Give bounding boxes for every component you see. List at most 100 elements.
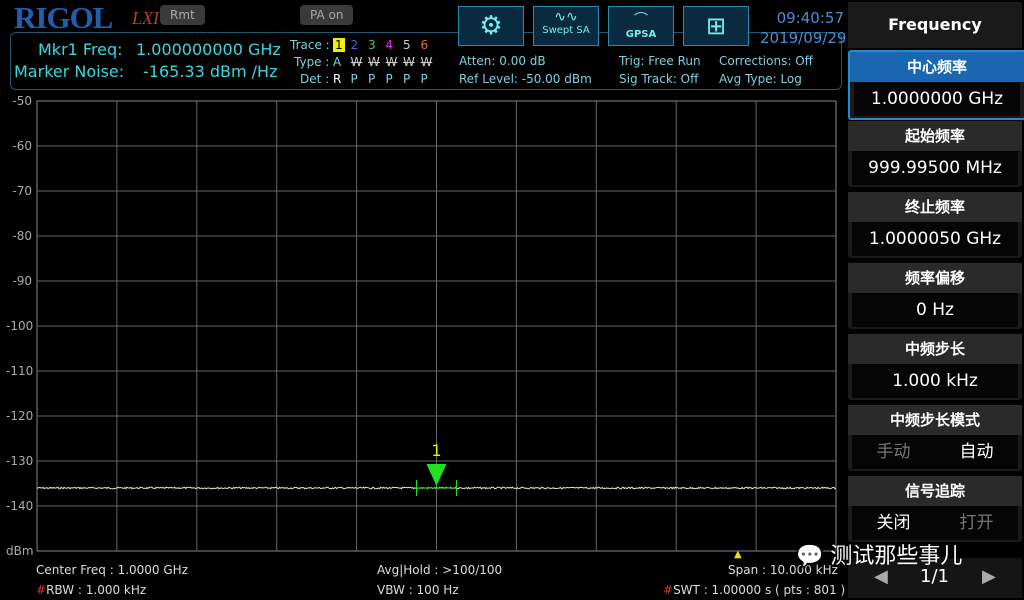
- trace-5-type: W: [403, 55, 415, 69]
- y-tick-label: -130: [6, 454, 34, 468]
- y-tick-label: -60: [12, 139, 32, 153]
- option-2[interactable]: 打开: [960, 506, 994, 540]
- watermark-text: 测试那些事儿: [830, 544, 963, 569]
- marker-freq-value: 1.000000000 GHz: [136, 40, 281, 59]
- trace-5-det: P: [403, 72, 411, 86]
- trace-1-type: A: [333, 55, 342, 69]
- date: 2019/09/29: [760, 29, 847, 47]
- gear-icon: ⚙: [479, 11, 503, 41]
- softkey-options: 关闭 打开: [852, 506, 1018, 540]
- swt-hash: #: [663, 583, 674, 597]
- swt-value: SWT : 1.00000 s ( pts : 801 ): [673, 583, 846, 597]
- swt: #SWT : 1.00000 s ( pts : 801 ): [663, 583, 845, 597]
- rbw-hash: #: [36, 583, 47, 597]
- softkey-6[interactable]: 信号追踪 关闭 打开: [848, 476, 1022, 542]
- y-tick-label: -80: [12, 229, 32, 243]
- rigol-logo: RIGOL: [14, 0, 113, 35]
- marker-1-number: 1: [431, 441, 441, 460]
- option-1[interactable]: 关闭: [877, 506, 911, 540]
- type-label: Type :: [294, 55, 330, 69]
- wechat-icon: 💬: [796, 544, 824, 569]
- softkey-options: 手动 自动: [852, 435, 1018, 469]
- softkey-value: 0 Hz: [852, 293, 1018, 327]
- y-tick-label: -120: [6, 409, 34, 423]
- softkey-label: 起始频率: [848, 121, 1022, 151]
- next-page-icon[interactable]: ▶: [982, 566, 996, 587]
- softkey-value: 999.99500 MHz: [852, 151, 1018, 185]
- corrections: Corrections: Off: [719, 54, 813, 68]
- softkey-5[interactable]: 中频步长模式 手动 自动: [848, 405, 1022, 471]
- trace-2-det: P: [350, 72, 358, 86]
- sig-track: Sig Track: Off: [619, 72, 699, 86]
- softkey-label: 中频步长: [848, 334, 1022, 364]
- marker-noise-value: -165.33 dBm /Hz: [143, 62, 278, 81]
- trace-1-det: R: [333, 72, 342, 86]
- trace-2-type: W: [350, 55, 363, 69]
- clock: 09:40:57 2019/09/29: [760, 8, 847, 48]
- softkey-4[interactable]: 中频步长 1.000 kHz: [848, 334, 1022, 400]
- softkey-label: 信号追踪: [848, 476, 1022, 506]
- lxi-logo: LXI: [132, 8, 159, 28]
- softkey-3[interactable]: 频率偏移 0 Hz: [848, 263, 1022, 329]
- gpsa-button[interactable]: ⌒ GPSA: [608, 6, 674, 46]
- trace-3-button[interactable]: 3: [368, 38, 376, 52]
- atten: Atten: 0.00 dB: [459, 54, 546, 68]
- softkey-0[interactable]: 中心频率 1.0000000 GHz: [848, 50, 1024, 120]
- avg-type: Avg Type: Log: [719, 72, 802, 86]
- softkey-value: 1.0000050 GHz: [852, 222, 1018, 256]
- y-tick-label: -90: [12, 274, 32, 288]
- span-marker-icon: ▲: [734, 549, 742, 560]
- trace-4-type: W: [385, 55, 398, 69]
- option-2[interactable]: 自动: [960, 435, 994, 469]
- softkey-label: 中心频率: [850, 52, 1024, 82]
- trace-1-button[interactable]: 1: [333, 38, 345, 52]
- pa-on-button[interactable]: PA on: [300, 5, 354, 25]
- y-tick-label: -70: [12, 184, 32, 198]
- trace-6-type: W: [420, 55, 433, 69]
- trace-2-button[interactable]: 2: [351, 38, 359, 52]
- det-label: Det :: [300, 72, 330, 86]
- trace-5-button[interactable]: 5: [403, 38, 411, 52]
- softkey-label: 终止频率: [848, 192, 1022, 222]
- y-tick-label: -140: [6, 499, 34, 513]
- gpsa-label: GPSA: [625, 29, 657, 40]
- y-tick-label: -50: [12, 94, 32, 108]
- system-settings-button[interactable]: ⚙: [458, 6, 524, 46]
- trace-3-det: P: [368, 72, 376, 86]
- softkey-1[interactable]: 起始频率 999.99500 MHz: [848, 121, 1022, 187]
- softkey-value: 1.000 kHz: [852, 364, 1018, 398]
- y-tick-label: -110: [6, 364, 34, 378]
- swept-sa-icon: ∿∿: [554, 9, 578, 25]
- swept-sa-label: Swept SA: [542, 25, 590, 36]
- watermark: 💬 测试那些事儿: [796, 538, 962, 570]
- center-freq: Center Freq : 1.0000 GHz: [36, 563, 188, 577]
- option-1[interactable]: 手动: [877, 435, 911, 469]
- marker-noise-label: Marker Noise:: [14, 62, 125, 81]
- softkey-2[interactable]: 终止频率 1.0000050 GHz: [848, 192, 1022, 258]
- softkey-label: 频率偏移: [848, 263, 1022, 293]
- grid-icon: ⊞: [705, 12, 727, 40]
- trace-4-button[interactable]: 4: [386, 38, 394, 52]
- y-tick-label: -100: [6, 319, 34, 333]
- trig: Trig: Free Run: [619, 54, 701, 68]
- softkey-value: 1.0000000 GHz: [854, 82, 1020, 116]
- trace-6-button[interactable]: 6: [421, 38, 429, 52]
- swept-sa-button[interactable]: ∿∿ Swept SA: [533, 6, 599, 46]
- time: 09:40:57: [776, 9, 844, 27]
- marker-1-icon: [426, 464, 447, 486]
- rbw: #RBW : 1.000 kHz: [36, 583, 146, 597]
- trace-label: Trace :: [290, 38, 330, 52]
- layout-button[interactable]: ⊞: [683, 6, 749, 46]
- rmt-button[interactable]: Rmt: [160, 5, 205, 25]
- spectrum-plot[interactable]: 1: [0, 96, 846, 566]
- softkey-label: 中频步长模式: [848, 405, 1022, 435]
- gpsa-icon: ⌒: [634, 12, 648, 28]
- trace-4-det: P: [385, 72, 393, 86]
- trace-3-type: W: [368, 55, 380, 69]
- ref-level: Ref Level: -50.00 dBm: [459, 72, 592, 86]
- marker-freq-label: Mkr1 Freq:: [38, 40, 123, 59]
- trace-6-det: P: [420, 72, 428, 86]
- menu-title: Frequency: [848, 2, 1022, 48]
- y-unit-label: dBm: [6, 544, 34, 558]
- vbw: VBW : 100 Hz: [377, 583, 459, 597]
